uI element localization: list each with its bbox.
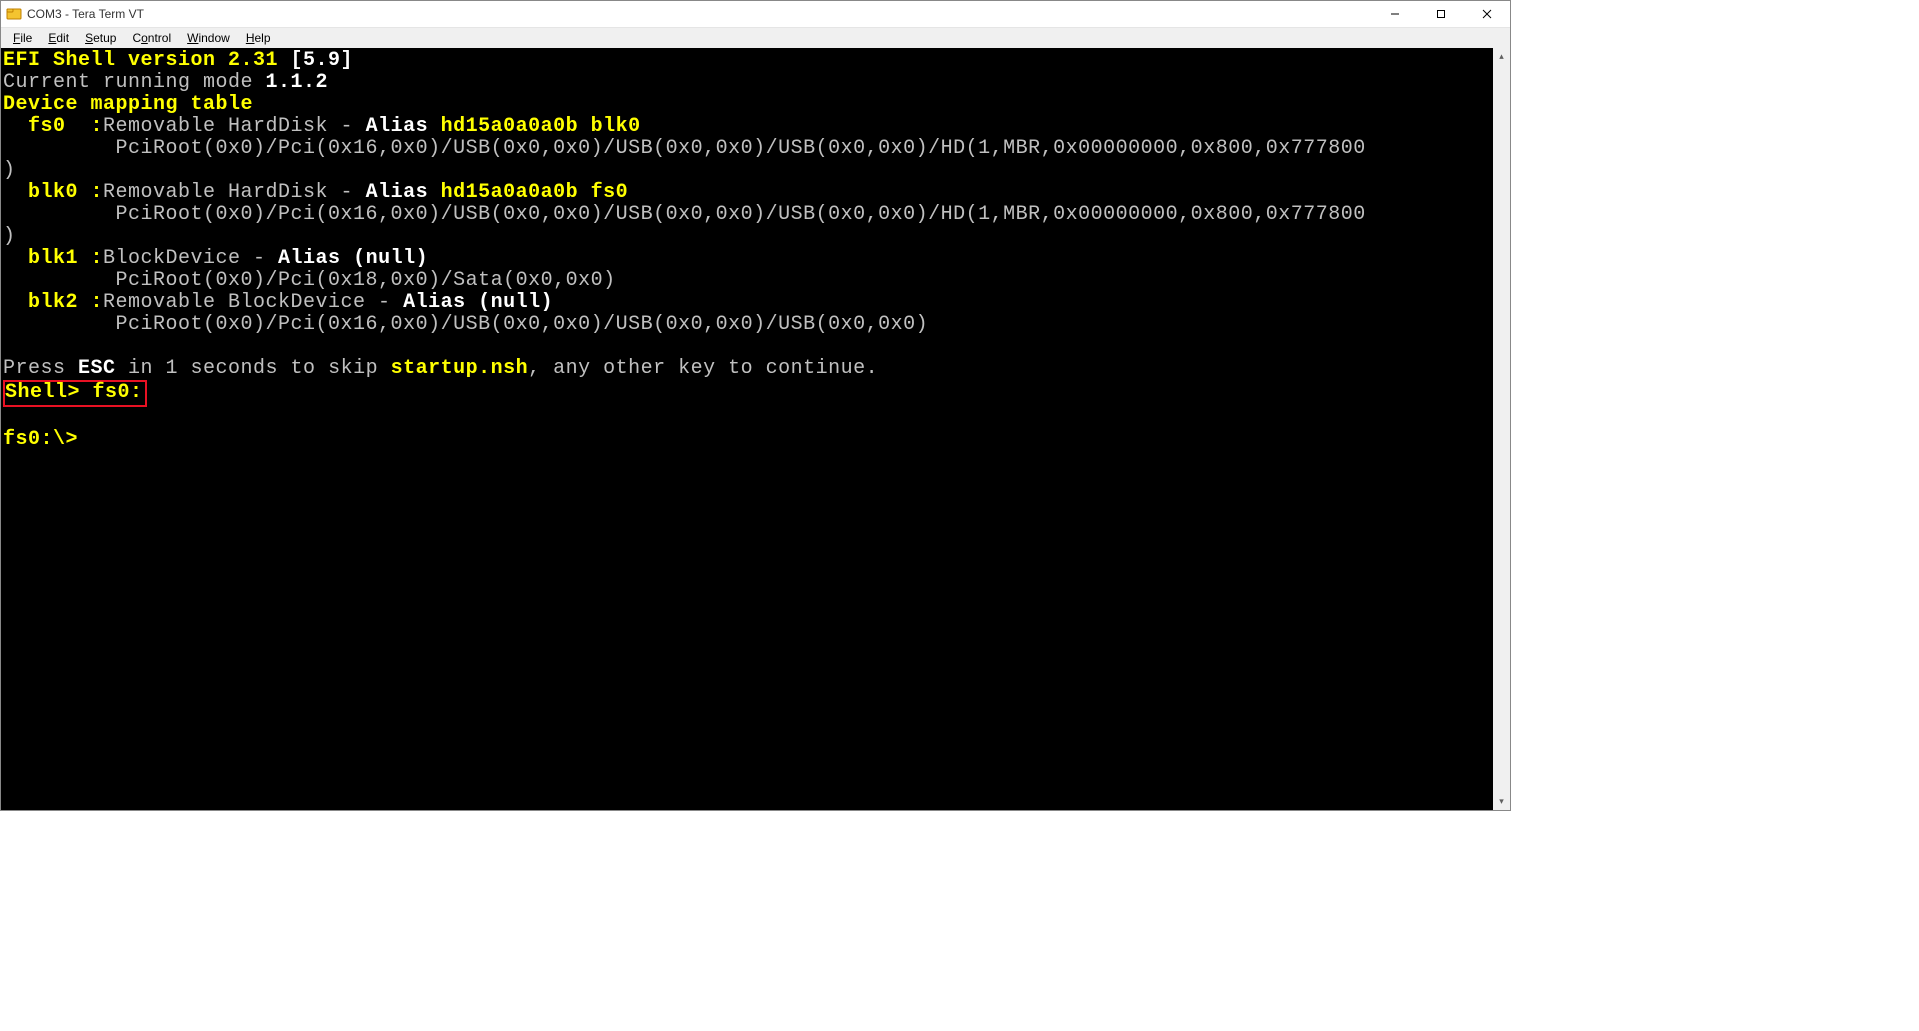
scroll-down-button[interactable]: ▾ [1493, 793, 1510, 810]
blk0-alias-value: hd15a0a0a0b fs0 [441, 181, 629, 204]
blk2-alias-value: (null) [478, 291, 553, 314]
menu-help[interactable]: Help [238, 29, 279, 47]
press-esc-key: ESC [78, 357, 116, 380]
highlighted-command: Shell> fs0: [3, 380, 147, 407]
blk0-label: blk0 : [3, 181, 103, 204]
menu-file[interactable]: File [5, 29, 40, 47]
blk1-alias-word: Alias [278, 247, 353, 270]
blk0-alias-word: Alias [366, 181, 441, 204]
blk1-alias-value: (null) [353, 247, 428, 270]
fs0-path: PciRoot(0x0)/Pci(0x16,0x0)/USB(0x0,0x0)/… [3, 137, 1366, 160]
fs0-alias-word: Alias [366, 115, 441, 138]
close-button[interactable] [1464, 1, 1510, 27]
menu-setup[interactable]: Setup [77, 29, 124, 47]
blk2-label: blk2 : [3, 291, 103, 314]
window-title: COM3 - Tera Term VT [27, 7, 144, 21]
blk0-path-cont: ) [3, 225, 16, 248]
fs0-path-cont: ) [3, 159, 16, 182]
terminal-area: EFI Shell version 2.31 [5.9] Current run… [1, 48, 1510, 810]
blk0-type: Removable HardDisk - [103, 181, 366, 204]
fs0-type: Removable HardDisk - [103, 115, 366, 138]
press-esc-a: Press [3, 357, 78, 380]
fs0-label: fs0 : [3, 115, 103, 138]
maximize-button[interactable] [1418, 1, 1464, 27]
fs0-alias-value: hd15a0a0a0b blk0 [441, 115, 641, 138]
shell-prompt: Shell> [5, 381, 93, 404]
running-mode-label: Current running mode [3, 71, 266, 94]
press-esc-c: in 1 seconds to skip [116, 357, 391, 380]
blk2-path: PciRoot(0x0)/Pci(0x16,0x0)/USB(0x0,0x0)/… [3, 313, 928, 336]
blk0-path: PciRoot(0x0)/Pci(0x16,0x0)/USB(0x0,0x0)/… [3, 203, 1366, 226]
press-esc-e: , any other key to continue. [528, 357, 878, 380]
device-mapping-header: Device mapping table [3, 93, 253, 116]
vertical-scrollbar[interactable]: ▴ ▾ [1493, 48, 1510, 810]
shell-command: fs0: [93, 381, 143, 404]
blk1-label: blk1 : [3, 247, 103, 270]
menubar: File Edit Setup Control Window Help [1, 28, 1510, 49]
tera-term-window: COM3 - Tera Term VT File Edit Setup Cont… [0, 0, 1511, 811]
running-mode-value: 1.1.2 [266, 71, 329, 94]
blk2-type: Removable BlockDevice - [103, 291, 403, 314]
window-controls [1372, 1, 1510, 27]
fs0-prompt: fs0:\> [3, 428, 78, 451]
menu-window[interactable]: Window [179, 29, 238, 47]
blk2-alias-word: Alias [403, 291, 478, 314]
scroll-track[interactable] [1493, 65, 1510, 793]
scroll-up-button[interactable]: ▴ [1493, 48, 1510, 65]
startup-nsh: startup.nsh [391, 357, 529, 380]
titlebar[interactable]: COM3 - Tera Term VT [1, 1, 1510, 28]
menu-edit[interactable]: Edit [40, 29, 77, 47]
app-icon [6, 6, 22, 22]
efi-shell-version: EFI Shell version 2.31 [3, 49, 291, 72]
efi-shell-build: [5.9] [291, 49, 354, 72]
menu-control[interactable]: Control [124, 29, 179, 47]
minimize-button[interactable] [1372, 1, 1418, 27]
blk1-type: BlockDevice - [103, 247, 278, 270]
terminal[interactable]: EFI Shell version 2.31 [5.9] Current run… [1, 48, 1493, 810]
blk1-path: PciRoot(0x0)/Pci(0x18,0x0)/Sata(0x0,0x0) [3, 269, 616, 292]
